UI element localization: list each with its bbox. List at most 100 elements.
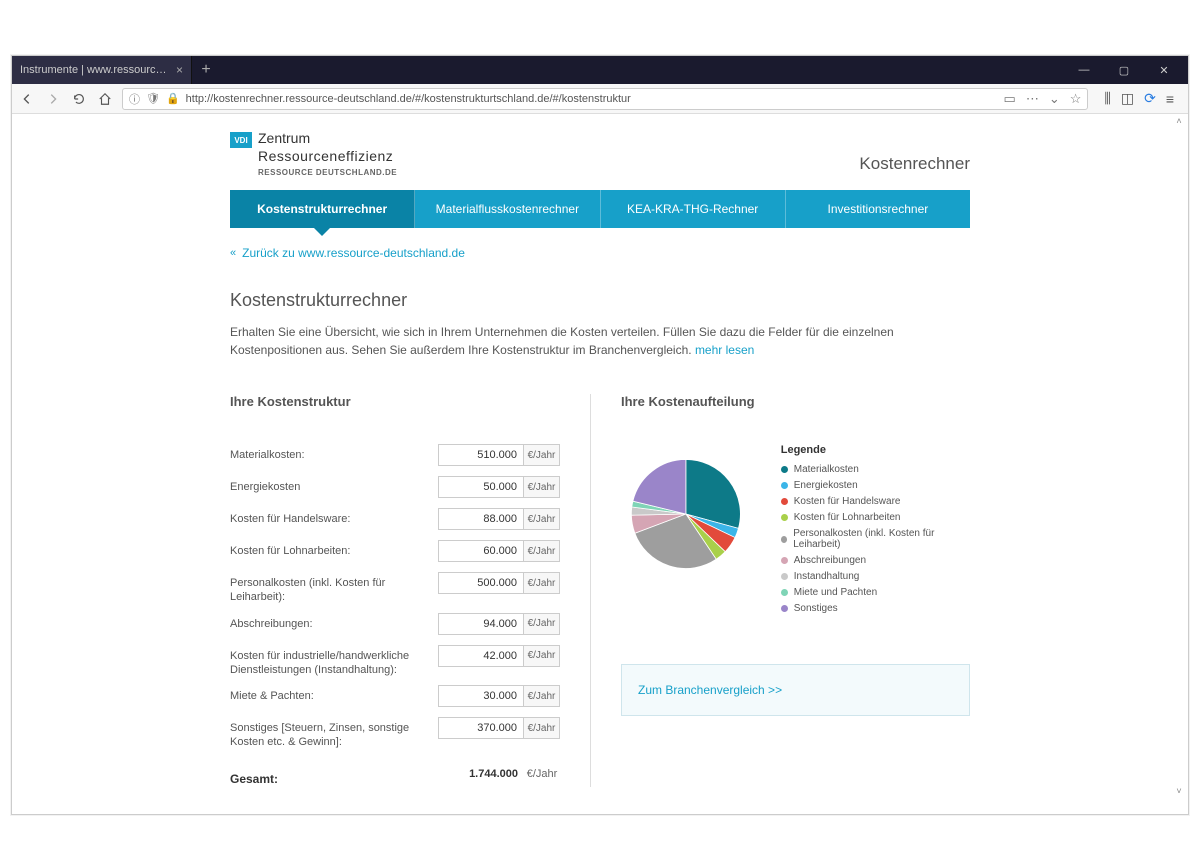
minimize-button[interactable]: — — [1064, 56, 1104, 84]
compare-link-label: Zum Branchenvergleich >> — [638, 683, 782, 697]
url-bar[interactable]: ⓘ 🛡 🔒 http://kostenrechner.ressource-deu… — [122, 88, 1088, 110]
menu-icon[interactable]: ≡ — [1166, 91, 1174, 107]
legend-label: Instandhaltung — [794, 571, 860, 582]
scroll-up-icon[interactable]: ˄ — [1176, 114, 1181, 128]
cost-unit: €/Jahr — [524, 685, 560, 707]
info-icon[interactable]: ⓘ — [129, 91, 140, 107]
sync-icon[interactable]: ⟳ — [1144, 90, 1156, 107]
cost-row: Kosten für Handelsware:€/Jahr — [230, 508, 560, 532]
cost-unit: €/Jahr — [524, 645, 560, 667]
legend-item: Sonstiges — [781, 603, 970, 614]
legend-swatch-icon — [781, 536, 787, 543]
legend-swatch-icon — [781, 466, 788, 473]
lock-icon[interactable]: 🔒 — [166, 92, 180, 105]
header-title: Kostenrechner — [859, 154, 970, 180]
cost-input[interactable] — [438, 476, 524, 498]
compare-link[interactable]: Zum Branchenvergleich >> — [621, 664, 970, 716]
page-viewport: VDI Zentrum Ressourceneffizienz RESSOURC… — [12, 114, 1188, 814]
back-button[interactable] — [18, 90, 36, 108]
cost-row: Kosten für industrielle/handwerkliche Di… — [230, 645, 560, 678]
legend-label: Kosten für Lohnarbeiten — [794, 512, 901, 523]
nav-tab-3[interactable]: Investitionsrechner — [786, 190, 970, 228]
reload-button[interactable] — [70, 90, 88, 108]
pocket-icon[interactable]: ⌄ — [1049, 91, 1060, 107]
maximize-button[interactable]: ▢ — [1104, 56, 1144, 84]
cost-input[interactable] — [438, 645, 524, 667]
cost-input[interactable] — [438, 508, 524, 530]
more-icon[interactable]: ⋯ — [1026, 91, 1039, 107]
brand-subtitle: RESSOURCE DEUTSCHLAND.DE — [258, 168, 397, 178]
shield-icon[interactable]: 🛡 — [146, 92, 160, 105]
vdi-logo-icon: VDI — [230, 132, 252, 148]
section-desc-text: Erhalten Sie eine Übersicht, wie sich in… — [230, 325, 894, 357]
legend-item: Miete und Pachten — [781, 587, 970, 598]
legend-item: Personalkosten (inkl. Kosten für Leiharb… — [781, 528, 970, 550]
right-column-heading: Ihre Kostenaufteilung — [621, 394, 970, 409]
browser-tab[interactable]: Instrumente | www.ressource-deut × — [12, 56, 192, 84]
cost-label: Kosten für Lohnarbeiten: — [230, 540, 438, 558]
cost-row: Personalkosten (inkl. Kosten für Leiharb… — [230, 572, 560, 605]
legend-swatch-icon — [781, 557, 788, 564]
tab-title: Instrumente | www.ressource-deut — [20, 64, 168, 76]
cost-unit: €/Jahr — [524, 572, 560, 594]
back-link-label: Zurück zu www.ressource-deutschland.de — [242, 246, 465, 260]
cost-input[interactable] — [438, 613, 524, 635]
legend-swatch-icon — [781, 573, 788, 580]
library-icon[interactable]: ⫼ — [1104, 90, 1110, 107]
legend-label: Materialkosten — [794, 464, 859, 475]
section-title: Kostenstrukturrechner — [230, 290, 970, 311]
legend-label: Personalkosten (inkl. Kosten für Leiharb… — [793, 528, 970, 550]
cost-input[interactable] — [438, 444, 524, 466]
vertical-scrollbar[interactable]: ˄ ˅ — [1172, 114, 1186, 798]
close-tab-icon[interactable]: × — [176, 63, 183, 77]
brand-line-2: Ressourceneffizienz — [258, 148, 397, 166]
home-button[interactable] — [96, 90, 114, 108]
legend: Legende MaterialkostenEnergiekostenKoste… — [781, 444, 970, 619]
total-row: Gesamt: 1.744.000 €/Jahr — [230, 768, 560, 788]
nav-tab-0[interactable]: Kostenstrukturrechner — [230, 190, 415, 228]
nav-tab-1[interactable]: Materialflusskostenrechner — [415, 190, 600, 228]
cost-input[interactable] — [438, 717, 524, 739]
cost-row: Sonstiges [Steuern, Zinsen, sonstige Kos… — [230, 717, 560, 750]
legend-item: Energiekosten — [781, 480, 970, 491]
cost-input[interactable] — [438, 540, 524, 562]
legend-label: Energiekosten — [794, 480, 858, 491]
nav-tab-2[interactable]: KEA-KRA-THG-Rechner — [601, 190, 786, 228]
cost-row: Energiekosten €/Jahr — [230, 476, 560, 500]
cost-row: Miete & Pachten:€/Jahr — [230, 685, 560, 709]
close-window-button[interactable]: ✕ — [1144, 56, 1184, 84]
total-label: Gesamt: — [230, 768, 438, 788]
cost-unit: €/Jahr — [524, 717, 560, 739]
cost-unit: €/Jahr — [524, 540, 560, 562]
new-tab-button[interactable]: + — [192, 56, 220, 84]
legend-item: Materialkosten — [781, 464, 970, 475]
cost-input[interactable] — [438, 685, 524, 707]
legend-label: Abschreibungen — [794, 555, 866, 566]
forward-button[interactable] — [44, 90, 62, 108]
cost-row: Materialkosten:€/Jahr — [230, 444, 560, 468]
cost-label: Kosten für industrielle/handwerkliche Di… — [230, 645, 438, 678]
scroll-down-icon[interactable]: ˅ — [1176, 784, 1181, 798]
cost-unit: €/Jahr — [524, 476, 560, 498]
reader-mode-icon[interactable]: ▭ — [1004, 91, 1016, 107]
more-link[interactable]: mehr lesen — [695, 343, 754, 357]
cost-label: Sonstiges [Steuern, Zinsen, sonstige Kos… — [230, 717, 438, 750]
legend-label: Sonstiges — [794, 603, 838, 614]
cost-row: Abschreibungen:€/Jahr — [230, 613, 560, 637]
bookmark-star-icon[interactable]: ☆ — [1070, 91, 1082, 107]
sidebar-icon[interactable]: ◫ — [1121, 90, 1134, 107]
legend-item: Abschreibungen — [781, 555, 970, 566]
legend-item: Kosten für Handelsware — [781, 496, 970, 507]
cost-label: Personalkosten (inkl. Kosten für Leiharb… — [230, 572, 438, 605]
total-value: 1.744.000 — [438, 768, 524, 788]
cost-label: Energiekosten — [230, 476, 438, 494]
chevron-left-icon: « — [230, 247, 236, 259]
back-link[interactable]: « Zurück zu www.ressource-deutschland.de — [230, 246, 970, 260]
brand-line-1: Zentrum — [258, 130, 397, 148]
cost-breakdown-column: Ihre Kostenaufteilung Legende Materialko… — [590, 394, 970, 787]
cost-label: Abschreibungen: — [230, 613, 438, 631]
total-unit: €/Jahr — [524, 768, 560, 788]
cost-input[interactable] — [438, 572, 524, 594]
legend-item: Kosten für Lohnarbeiten — [781, 512, 970, 523]
cost-unit: €/Jahr — [524, 508, 560, 530]
